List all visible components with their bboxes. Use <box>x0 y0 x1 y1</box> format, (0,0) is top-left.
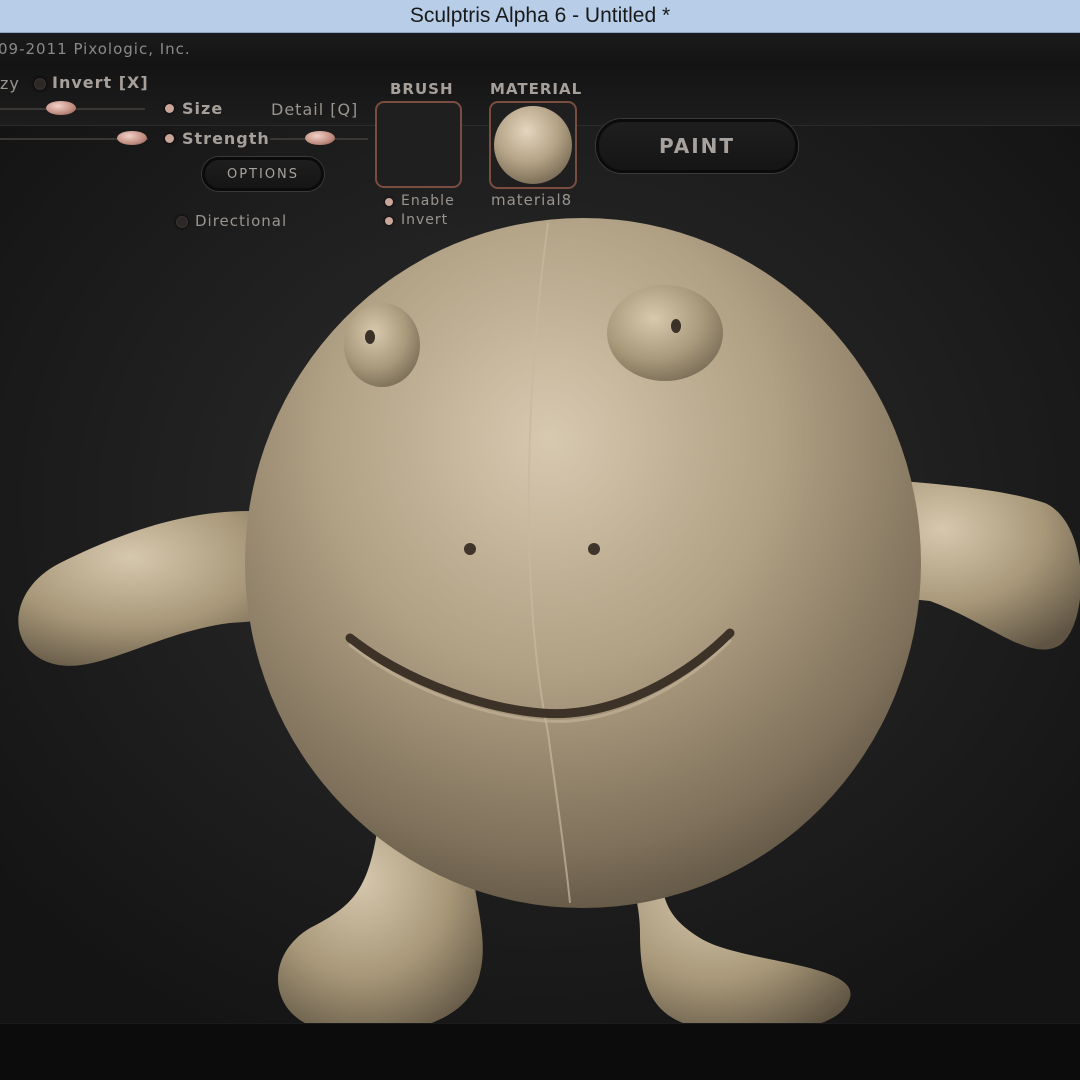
brush-invert-label[interactable]: Invert <box>401 212 448 228</box>
sculpt-viewport[interactable]: 09-2011 Pixologic, Inc. zy Invert [X] Si… <box>0 33 1080 1080</box>
brush-alpha-swatch[interactable] <box>375 101 462 188</box>
size-dot-icon <box>165 104 174 113</box>
options-button[interactable]: OPTIONS <box>202 157 324 191</box>
brush-enable-dot-icon[interactable] <box>385 198 393 206</box>
window-title: Sculptris Alpha 6 - Untitled * <box>409 4 671 27</box>
paint-button-label: PAINT <box>658 134 736 158</box>
strength-label: Strength <box>182 129 270 148</box>
material-name: material8 <box>491 191 573 209</box>
options-button-label: OPTIONS <box>226 166 300 182</box>
eye-left <box>344 303 420 387</box>
invert-label[interactable]: Invert [X] <box>52 73 149 92</box>
window-title-bar: Sculptris Alpha 6 - Untitled * <box>0 0 1080 33</box>
body-sphere <box>245 218 921 908</box>
symmetry-label: zy <box>0 74 20 93</box>
paint-button[interactable]: PAINT <box>596 119 798 173</box>
brush-heading: BRUSH <box>390 80 454 98</box>
size-label: Size <box>182 99 224 118</box>
brush-invert-dot-icon[interactable] <box>385 217 393 225</box>
material-heading: MATERIAL <box>490 80 583 98</box>
brush-enable-label[interactable]: Enable <box>401 193 455 209</box>
directional-label[interactable]: Directional <box>195 212 287 230</box>
detail-label: Detail [Q] <box>271 100 359 119</box>
invert-toggle-icon[interactable] <box>34 78 46 90</box>
strength-slider-knob-icon[interactable] <box>117 131 147 145</box>
viewport-floor <box>0 1023 1080 1080</box>
material-sphere-icon <box>494 106 572 184</box>
material-swatch[interactable] <box>489 101 577 189</box>
nostril-right <box>588 543 600 555</box>
strength-dot-icon <box>165 134 174 143</box>
size-slider-knob-icon[interactable] <box>46 101 76 115</box>
eye-right <box>607 285 723 381</box>
nostril-left <box>464 543 476 555</box>
detail-slider-knob-icon[interactable] <box>305 131 335 145</box>
directional-toggle-icon[interactable] <box>176 216 188 228</box>
